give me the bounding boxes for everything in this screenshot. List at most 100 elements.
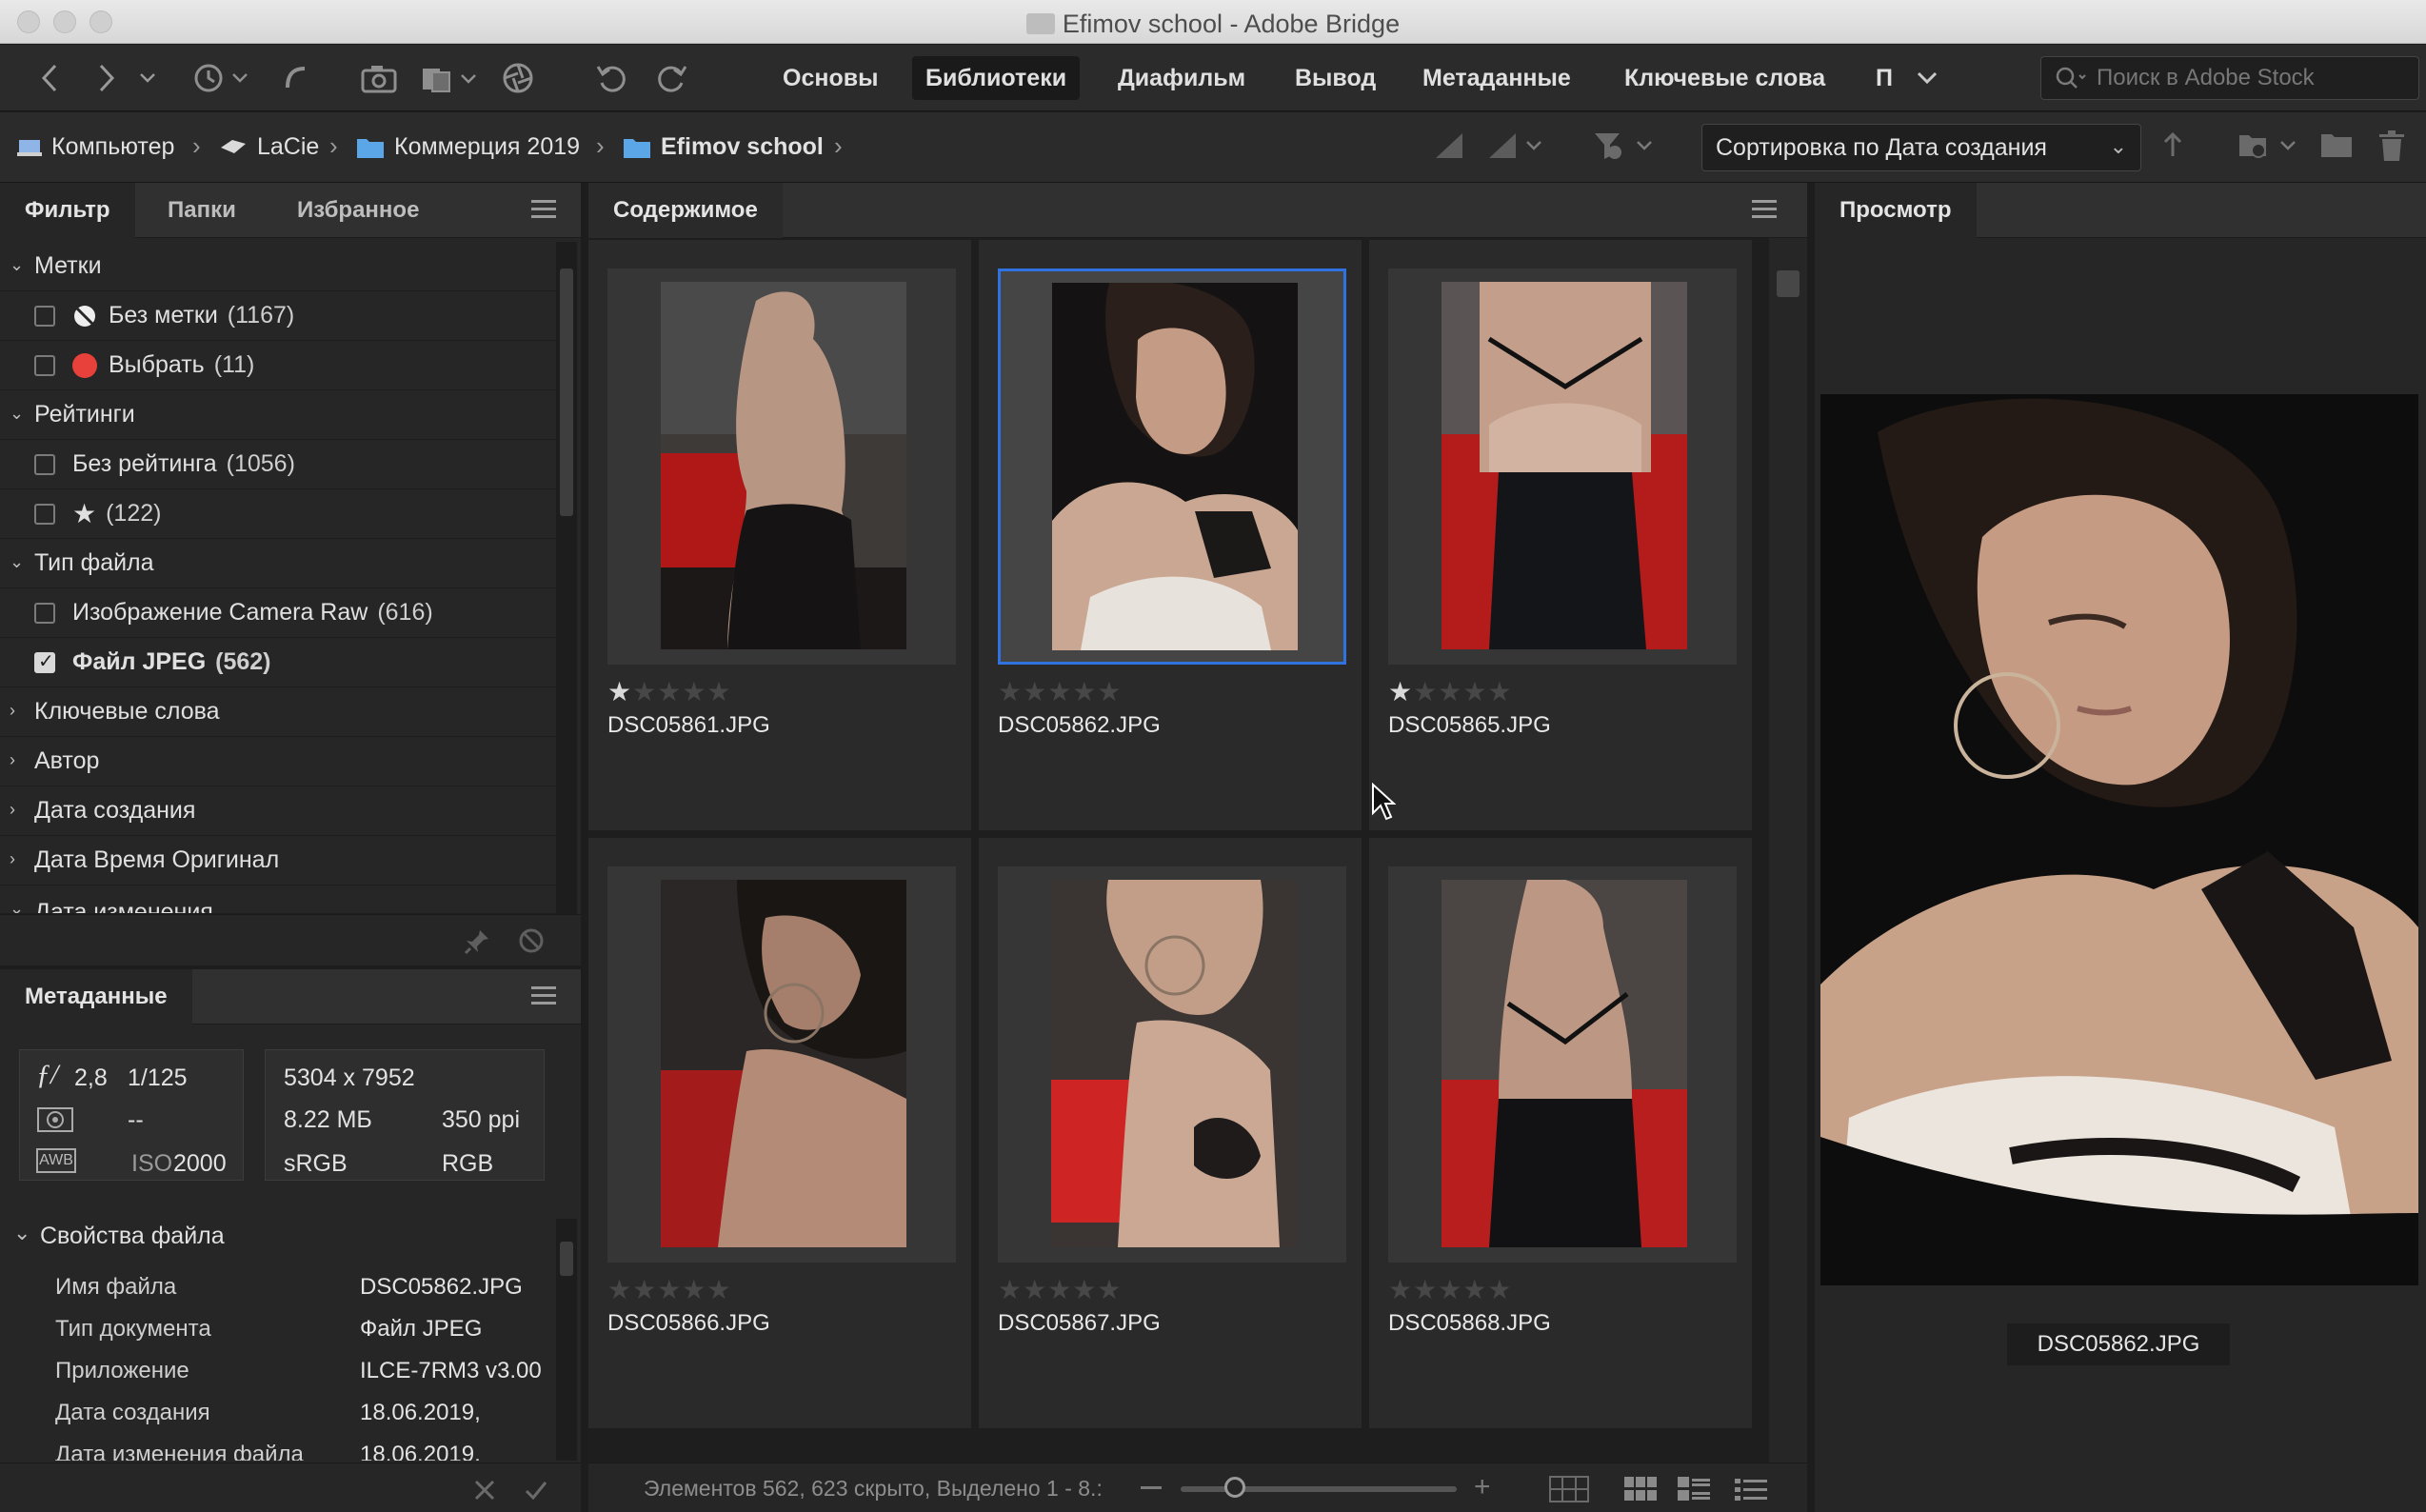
zoom-out-icon[interactable]: [1141, 1486, 1162, 1489]
panel-menu-icon[interactable]: [1752, 200, 1777, 219]
recent-folders-dropdown[interactable]: [133, 58, 162, 98]
apply-icon[interactable]: [524, 1478, 548, 1502]
filter-item-camera-raw[interactable]: Изображение Camera Raw (616): [0, 588, 556, 638]
checkbox[interactable]: [34, 454, 55, 475]
quality-button[interactable]: [1432, 129, 1466, 168]
panel-menu-icon[interactable]: [531, 986, 556, 1005]
thumbnail-card-selected[interactable]: [998, 269, 1346, 665]
rotate-left-button[interactable]: [592, 58, 630, 98]
thumbnail-cell[interactable]: ★★★★★ DSC05867.JPG: [979, 838, 1362, 1428]
rating-stars[interactable]: ★★★★★: [607, 676, 732, 707]
filter-group-labels[interactable]: ⌄ Метки: [0, 242, 556, 291]
zoom-in-icon[interactable]: +: [1474, 1473, 1491, 1502]
tab-filter[interactable]: Фильтр: [0, 183, 135, 238]
thumbnail-image[interactable]: [1051, 880, 1297, 1247]
breadcrumb-computer[interactable]: Компьютер: [17, 133, 174, 161]
new-folder-button[interactable]: [2319, 129, 2354, 168]
view-thumbnails-icon[interactable]: [1624, 1477, 1657, 1502]
breadcrumb-efimov-school[interactable]: Efimov school: [623, 133, 824, 161]
thumbnail-image[interactable]: [1442, 282, 1687, 649]
tab-content[interactable]: Содержимое: [588, 183, 783, 238]
boomerang-button[interactable]: [276, 58, 314, 98]
filter-group-author[interactable]: › Автор: [0, 737, 556, 786]
tab-folders[interactable]: Папки: [143, 183, 261, 238]
thumbnail-cell[interactable]: ★★★★★ DSC05861.JPG: [588, 240, 971, 830]
grid-lock-icon[interactable]: [1548, 1475, 1590, 1503]
sort-dropdown[interactable]: Сортировка по Дата создания ⌄: [1701, 124, 2141, 171]
thumbnail-size-slider[interactable]: [1181, 1486, 1457, 1492]
workspace-tab-metadata[interactable]: Метаданные: [1409, 56, 1584, 100]
filter-group-date-created[interactable]: › Дата создания: [0, 786, 556, 836]
forward-button[interactable]: [88, 58, 126, 98]
refine-button[interactable]: [419, 58, 482, 98]
stock-search-input[interactable]: Поиск в Adobe Stock: [2040, 56, 2419, 100]
thumbnail-image[interactable]: [1052, 283, 1298, 650]
workspace-tab-output[interactable]: Вывод: [1282, 56, 1389, 100]
rating-stars[interactable]: ★★★★★: [1388, 676, 1513, 707]
sort-direction-button[interactable]: [2161, 129, 2184, 168]
filter-group-ratings[interactable]: ⌄ Рейтинги: [0, 390, 556, 440]
panel-menu-icon[interactable]: [531, 200, 556, 219]
workspace-tab-libraries[interactable]: Библиотеки: [912, 56, 1081, 100]
filter-group-keywords[interactable]: › Ключевые слова: [0, 687, 556, 737]
content-scrollbar-thumb[interactable]: [1777, 270, 1800, 297]
thumbnail-card[interactable]: [998, 866, 1346, 1263]
filter-items-button[interactable]: [1592, 129, 1659, 169]
checkbox[interactable]: [34, 355, 55, 376]
clear-filter-icon[interactable]: [518, 927, 545, 954]
delete-button[interactable]: [2376, 129, 2407, 169]
thumbnail-cell[interactable]: ★★★★★ DSC05868.JPG: [1369, 838, 1752, 1428]
workspace-tab-basics[interactable]: Основы: [769, 56, 891, 100]
tab-preview[interactable]: Просмотр: [1815, 183, 1977, 238]
filter-group-filetype[interactable]: ⌄ Тип файла: [0, 539, 556, 588]
thumbnail-cell[interactable]: ★★★★★ DSC05862.JPG: [979, 240, 1362, 830]
back-button[interactable]: [30, 58, 69, 98]
cancel-icon[interactable]: [472, 1478, 497, 1502]
tab-metadata[interactable]: Метаданные: [0, 969, 192, 1025]
filter-group-date-original[interactable]: › Дата Время Оригинал: [0, 836, 556, 885]
breadcrumb-commerce-2019[interactable]: Коммерция 2019: [356, 133, 580, 161]
thumbnail-card[interactable]: [607, 866, 956, 1263]
workspace-tab-filmstrip[interactable]: Диафильм: [1104, 56, 1259, 100]
thumbnail-image[interactable]: [661, 282, 906, 649]
get-photos-button[interactable]: [358, 58, 402, 98]
thumbnail-image[interactable]: [1442, 880, 1687, 1247]
filter-group-date-modified[interactable]: ⌄ Дата изменения: [0, 885, 556, 914]
filter-item-no-label[interactable]: Без метки (1167): [0, 291, 556, 341]
checkbox[interactable]: [34, 504, 55, 525]
filter-item-one-star[interactable]: ★ (122): [0, 489, 556, 539]
pin-icon[interactable]: [463, 927, 491, 956]
rating-stars[interactable]: ★★★★★: [998, 1274, 1123, 1305]
workspace-more-button[interactable]: [1910, 58, 1944, 98]
thumbnail-card[interactable]: [607, 269, 956, 665]
checkbox[interactable]: [34, 306, 55, 327]
filter-item-jpeg[interactable]: Файл JPEG(562): [0, 638, 556, 687]
thumbnail-cell[interactable]: ★★★★★ DSC05865.JPG: [1369, 240, 1752, 830]
thumbnail-card[interactable]: [1388, 866, 1737, 1263]
preview-image[interactable]: [1820, 394, 2418, 1285]
file-properties-header[interactable]: ⌄ Свойства файла: [0, 1221, 556, 1263]
rating-stars[interactable]: ★★★★★: [998, 676, 1123, 707]
view-details-icon[interactable]: [1678, 1477, 1710, 1502]
thumbnail-image[interactable]: [661, 880, 906, 1247]
thumbnail-size-slider-knob[interactable]: [1224, 1477, 1245, 1498]
filter-item-no-rating[interactable]: Без рейтинга (1056): [0, 440, 556, 489]
history-button[interactable]: [189, 58, 255, 98]
sort-rating-button[interactable]: [1485, 129, 1548, 168]
filter-item-select-label[interactable]: Выбрать (11): [0, 341, 556, 390]
rating-stars[interactable]: ★★★★★: [607, 1274, 732, 1305]
checkbox[interactable]: [34, 603, 55, 624]
thumbnail-card[interactable]: [1388, 269, 1737, 665]
open-in-camera-raw-button[interactable]: [499, 58, 537, 98]
workspace-tab-overflow[interactable]: П: [1862, 56, 1906, 100]
metadata-scrollbar-thumb[interactable]: [560, 1242, 573, 1276]
thumbnail-cell[interactable]: ★★★★★ DSC05866.JPG: [588, 838, 971, 1428]
filter-scrollbar-thumb[interactable]: [560, 269, 573, 516]
checkbox-checked[interactable]: [34, 649, 55, 673]
open-recent-button[interactable]: [2237, 129, 2304, 169]
content-scrollbar[interactable]: [1769, 238, 1807, 1462]
tab-favorites[interactable]: Избранное: [272, 183, 444, 238]
workspace-tab-keywords[interactable]: Ключевые слова: [1611, 56, 1839, 100]
rating-stars[interactable]: ★★★★★: [1388, 1274, 1513, 1305]
rotate-right-button[interactable]: [653, 58, 691, 98]
